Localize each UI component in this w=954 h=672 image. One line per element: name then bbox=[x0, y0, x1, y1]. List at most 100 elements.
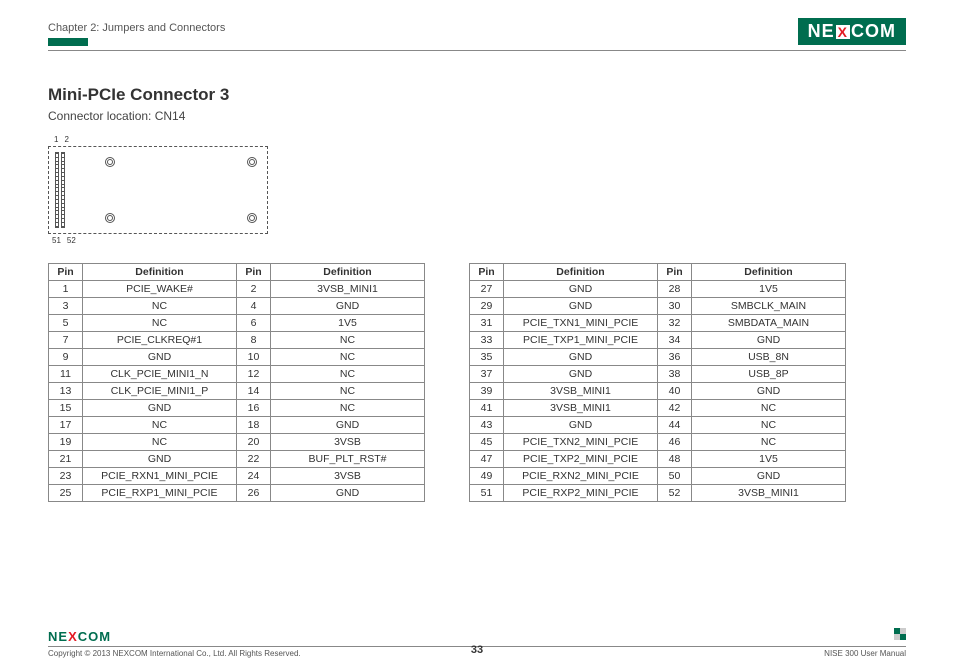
table-row: 45PCIE_TXN2_MINI_PCIE46NC bbox=[470, 434, 846, 451]
cell-definition: USB_8N bbox=[692, 349, 846, 366]
cell-definition: GND bbox=[504, 417, 658, 434]
table-row: 17NC18GND bbox=[49, 417, 425, 434]
footer-brand-logo: NEXCOM bbox=[48, 629, 906, 644]
cell-definition: NC bbox=[271, 383, 425, 400]
cell-pin: 6 bbox=[237, 315, 271, 332]
cell-pin: 2 bbox=[237, 281, 271, 298]
cell-definition: PCIE_TXP1_MINI_PCIE bbox=[504, 332, 658, 349]
brand-text-post: COM bbox=[851, 21, 896, 42]
cell-pin: 15 bbox=[49, 400, 83, 417]
pin-table-right: Pin Definition Pin Definition 27GND281V5… bbox=[469, 263, 846, 502]
brand-logo: NEXCOM bbox=[798, 18, 906, 45]
th-def: Definition bbox=[83, 264, 237, 281]
pin-label: 51 bbox=[52, 236, 61, 245]
table-row: 33PCIE_TXP1_MINI_PCIE34GND bbox=[470, 332, 846, 349]
table-row: 21GND22BUF_PLT_RST# bbox=[49, 451, 425, 468]
cell-definition: 1V5 bbox=[692, 281, 846, 298]
cell-definition: GND bbox=[504, 366, 658, 383]
section-title: Mini-PCIe Connector 3 bbox=[48, 85, 906, 105]
cell-definition: NC bbox=[83, 417, 237, 434]
pin-table-left: Pin Definition Pin Definition 1PCIE_WAKE… bbox=[48, 263, 425, 502]
table-row: 13CLK_PCIE_MINI1_P14NC bbox=[49, 383, 425, 400]
pin-label: 1 bbox=[54, 135, 58, 144]
table-row: 29GND30SMBCLK_MAIN bbox=[470, 298, 846, 315]
th-def: Definition bbox=[692, 264, 846, 281]
cell-pin: 4 bbox=[237, 298, 271, 315]
chapter-label: Chapter 2: Jumpers and Connectors bbox=[48, 18, 225, 34]
cell-pin: 12 bbox=[237, 366, 271, 383]
cell-definition: 1V5 bbox=[271, 315, 425, 332]
cell-definition: 3VSB_MINI1 bbox=[692, 485, 846, 502]
cell-pin: 34 bbox=[658, 332, 692, 349]
cell-pin: 39 bbox=[470, 383, 504, 400]
cell-pin: 45 bbox=[470, 434, 504, 451]
cell-pin: 27 bbox=[470, 281, 504, 298]
cell-pin: 18 bbox=[237, 417, 271, 434]
table-row: 31PCIE_TXN1_MINI_PCIE32SMBDATA_MAIN bbox=[470, 315, 846, 332]
table-row: 23PCIE_RXN1_MINI_PCIE243VSB bbox=[49, 468, 425, 485]
page-header: Chapter 2: Jumpers and Connectors NEXCOM bbox=[48, 18, 906, 51]
cell-definition: NC bbox=[692, 434, 846, 451]
cell-definition: BUF_PLT_RST# bbox=[271, 451, 425, 468]
table-row: 37GND38USB_8P bbox=[470, 366, 846, 383]
th-def: Definition bbox=[271, 264, 425, 281]
cell-pin: 20 bbox=[237, 434, 271, 451]
cell-pin: 11 bbox=[49, 366, 83, 383]
cell-pin: 26 bbox=[237, 485, 271, 502]
cell-pin: 8 bbox=[237, 332, 271, 349]
table-row: 11CLK_PCIE_MINI1_N12NC bbox=[49, 366, 425, 383]
pin-tables: Pin Definition Pin Definition 1PCIE_WAKE… bbox=[48, 263, 906, 502]
cell-definition: 3VSB_MINI1 bbox=[504, 383, 658, 400]
cell-definition: 3VSB_MINI1 bbox=[271, 281, 425, 298]
th-pin: Pin bbox=[237, 264, 271, 281]
cell-pin: 10 bbox=[237, 349, 271, 366]
mounting-hole-icon bbox=[105, 213, 115, 223]
cell-pin: 19 bbox=[49, 434, 83, 451]
cell-pin: 33 bbox=[470, 332, 504, 349]
mounting-hole-icon bbox=[247, 213, 257, 223]
brand-x-icon: X bbox=[836, 25, 850, 39]
cell-pin: 35 bbox=[470, 349, 504, 366]
brand-text-post: COM bbox=[78, 629, 111, 644]
cell-pin: 44 bbox=[658, 417, 692, 434]
cell-pin: 42 bbox=[658, 400, 692, 417]
table-row: 3NC4GND bbox=[49, 298, 425, 315]
th-def: Definition bbox=[504, 264, 658, 281]
cell-definition: 3VSB bbox=[271, 434, 425, 451]
cell-definition: PCIE_RXN2_MINI_PCIE bbox=[504, 468, 658, 485]
cell-definition: NC bbox=[692, 417, 846, 434]
cell-definition: NC bbox=[83, 434, 237, 451]
cell-pin: 32 bbox=[658, 315, 692, 332]
cell-definition: 1V5 bbox=[692, 451, 846, 468]
cell-pin: 49 bbox=[470, 468, 504, 485]
cell-pin: 31 bbox=[470, 315, 504, 332]
cell-pin: 22 bbox=[237, 451, 271, 468]
cell-pin: 47 bbox=[470, 451, 504, 468]
cell-definition: PCIE_RXP1_MINI_PCIE bbox=[83, 485, 237, 502]
connector-diagram: 1 2 51 52 bbox=[48, 135, 906, 245]
cell-pin: 51 bbox=[470, 485, 504, 502]
cell-definition: PCIE_CLKREQ#1 bbox=[83, 332, 237, 349]
cell-definition: NC bbox=[271, 400, 425, 417]
cell-definition: GND bbox=[692, 332, 846, 349]
cell-pin: 24 bbox=[237, 468, 271, 485]
footer-ornament-icon bbox=[894, 628, 906, 640]
cell-pin: 16 bbox=[237, 400, 271, 417]
pin-column-icon bbox=[61, 152, 65, 228]
cell-definition: GND bbox=[504, 281, 658, 298]
th-pin: Pin bbox=[470, 264, 504, 281]
cell-pin: 40 bbox=[658, 383, 692, 400]
table-row: 49PCIE_RXN2_MINI_PCIE50GND bbox=[470, 468, 846, 485]
cell-definition: USB_8P bbox=[692, 366, 846, 383]
table-row: 25PCIE_RXP1_MINI_PCIE26GND bbox=[49, 485, 425, 502]
cell-definition: SMBCLK_MAIN bbox=[692, 298, 846, 315]
page-content: Mini-PCIe Connector 3 Connector location… bbox=[48, 51, 906, 502]
table-row: 5NC61V5 bbox=[49, 315, 425, 332]
cell-definition: PCIE_WAKE# bbox=[83, 281, 237, 298]
cell-definition: GND bbox=[83, 349, 237, 366]
cell-definition: GND bbox=[271, 298, 425, 315]
cell-definition: GND bbox=[83, 400, 237, 417]
cell-definition: CLK_PCIE_MINI1_P bbox=[83, 383, 237, 400]
cell-definition: NC bbox=[271, 349, 425, 366]
th-pin: Pin bbox=[49, 264, 83, 281]
